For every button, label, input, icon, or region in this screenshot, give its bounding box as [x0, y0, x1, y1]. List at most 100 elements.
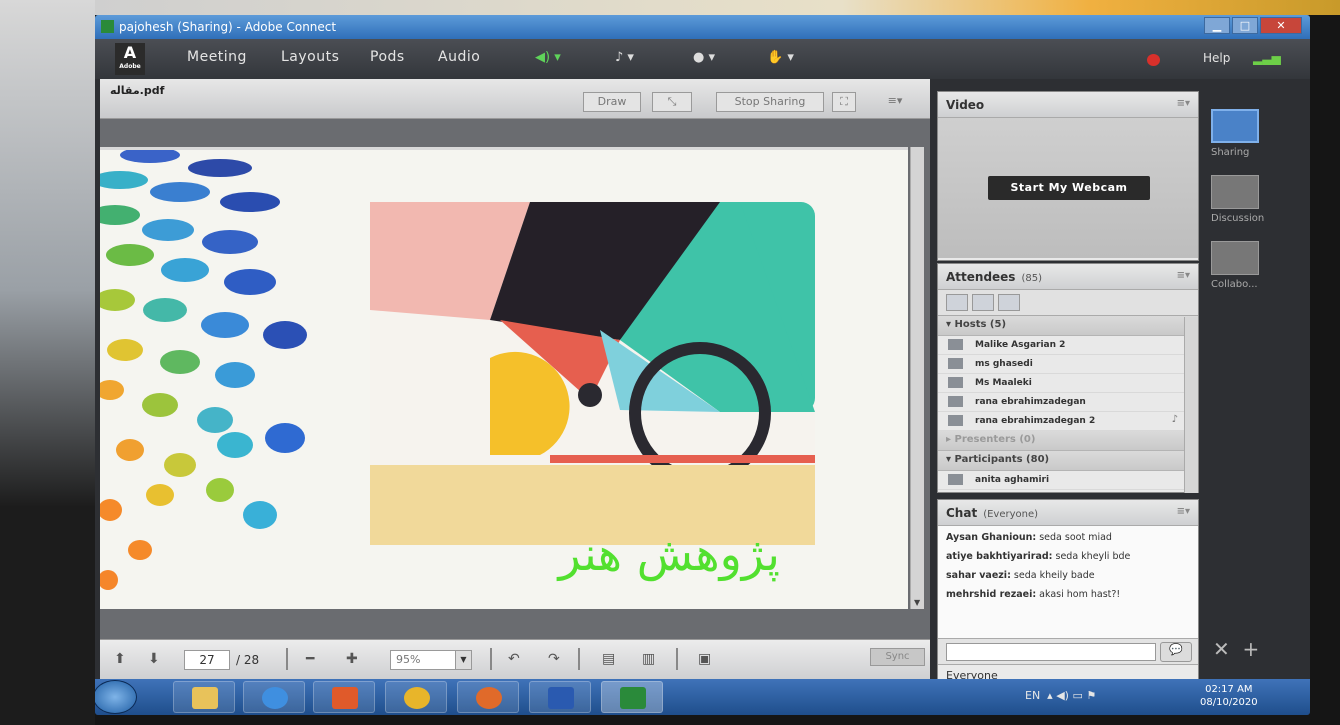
user-icon [948, 339, 963, 350]
help-menu[interactable]: Help [1203, 51, 1230, 65]
zoom-out-icon[interactable]: ━ [306, 651, 314, 667]
clock[interactable]: 02:17 AM 08/10/2020 [1200, 683, 1258, 709]
attendee-row[interactable]: anita aghamiri [938, 471, 1198, 490]
adobe-connect-taskbar-item[interactable] [601, 681, 663, 713]
menu-layouts[interactable]: Layouts [281, 49, 339, 65]
attendees-pod-header: Attendees (85) ≡▾ [938, 264, 1198, 290]
chrome-icon [404, 687, 430, 709]
send-message-icon[interactable]: 💬 [1160, 642, 1192, 662]
close-button[interactable]: ✕ [1260, 17, 1302, 34]
layout-thumbnail [1211, 175, 1259, 209]
attendee-row[interactable]: ms ghasedi [938, 355, 1198, 374]
chat-messages: Aysan Ghanioun: seda soot miad atiye bak… [938, 526, 1198, 638]
stop-sharing-button[interactable]: Stop Sharing [716, 92, 824, 112]
add-layout-icon[interactable]: + [1242, 637, 1259, 661]
page-number-input[interactable]: 27 [184, 650, 230, 670]
user-icon [948, 377, 963, 388]
shared-filename: مقاله.pdf [110, 84, 165, 97]
chat-message: mehrshid rezaei: akasi hom hast?! [946, 589, 1121, 600]
pod-menu-icon[interactable]: ≡▾ [880, 92, 910, 112]
menu-meeting[interactable]: Meeting [187, 49, 247, 65]
attendee-row[interactable]: rana ebrahimzadegan [938, 393, 1198, 412]
attendee-row[interactable]: Malike Asgarian 2 [938, 336, 1198, 355]
layout-sharing[interactable]: Sharing [1211, 109, 1271, 158]
ie-taskbar-item[interactable] [243, 681, 305, 713]
chat-message: Aysan Ghanioun: seda soot miad [946, 532, 1112, 543]
background-edge [0, 0, 95, 725]
user-icon [948, 396, 963, 407]
media-player-icon [332, 687, 358, 709]
recording-icon[interactable] [1147, 54, 1160, 66]
menu-audio[interactable]: Audio [438, 49, 480, 65]
list-view-icon[interactable] [946, 294, 968, 311]
speaker-icon[interactable]: ◀) ▾ [535, 50, 561, 65]
next-page-icon[interactable]: ⬇ [148, 651, 160, 667]
layouts-panel: Sharing Discussion Collabo... [1205, 79, 1267, 679]
dot-pattern [100, 150, 307, 590]
settings-icon[interactable]: ✕ [1213, 637, 1230, 661]
menu-pods[interactable]: Pods [370, 49, 405, 65]
word-icon [548, 687, 574, 709]
separator [578, 648, 580, 670]
fullscreen-icon[interactable]: ⛶ [832, 92, 856, 112]
pod-menu-icon[interactable]: ≡▾ [1177, 270, 1190, 281]
connection-signal-icon: ▂▃▅ [1253, 51, 1281, 65]
user-icon [948, 474, 963, 485]
zoom-select[interactable]: 95% ▼ [390, 650, 472, 670]
chat-input[interactable] [946, 643, 1156, 661]
undo-icon[interactable]: ↶ [508, 651, 520, 667]
chat-message: sahar vaezi: seda kheily bade [946, 570, 1095, 581]
layout-discussion[interactable]: Discussion [1211, 175, 1271, 224]
attendee-row[interactable]: rana ebrahimzadegan 2 ♪ [938, 412, 1198, 431]
attendee-scrollbar[interactable] [1184, 317, 1198, 493]
language-indicator[interactable]: EN [1025, 689, 1040, 702]
user-icon [948, 415, 963, 426]
camera-icon[interactable]: ● ▾ [693, 50, 715, 65]
chat-pod-header: Chat (Everyone) ≡▾ [938, 500, 1198, 526]
share-pod: مقاله.pdf Draw ⤡ Stop Sharing ⛶ ≡▾ پژوهش… [100, 79, 930, 679]
app-icon [101, 20, 114, 33]
layout-tools: ✕ + [1213, 637, 1259, 661]
draw-button[interactable]: Draw [583, 92, 641, 112]
minimize-button[interactable]: ▁ [1204, 17, 1230, 34]
start-button[interactable] [95, 680, 137, 714]
presenters-group-header[interactable]: ▸ Presenters (0) [938, 431, 1198, 451]
hosts-group-header[interactable]: ▾ Hosts (5) [938, 316, 1198, 336]
attendee-row[interactable]: Ms Maaleki [938, 374, 1198, 393]
start-webcam-button[interactable]: Start My Webcam [988, 176, 1150, 200]
attendees-pod: Attendees (85) ≡▾ ▾ Hosts (5) Malike Asga… [937, 263, 1199, 493]
slide-artwork: پژوهش هنر [100, 150, 815, 590]
redo-icon[interactable]: ↷ [548, 651, 560, 667]
microphone-icon[interactable]: ♪ ▾ [615, 50, 634, 65]
two-page-icon[interactable]: ▥ [642, 651, 655, 667]
video-pod: Video ≡▾ Start My Webcam [937, 91, 1199, 261]
sync-button[interactable]: Sync [870, 648, 925, 666]
zoom-in-icon[interactable]: ✚ [346, 651, 358, 667]
pod-menu-icon[interactable]: ≡▾ [1177, 98, 1190, 109]
participants-group-header[interactable]: ▾ Participants (80) [938, 451, 1198, 471]
raise-hand-icon[interactable]: ✋ ▾ [767, 50, 794, 65]
pointer-button[interactable]: ⤡ [652, 92, 692, 112]
menubar: A Adobe Meeting Layouts Pods Audio ◀) ▾ ♪… [95, 39, 1310, 79]
pod-menu-icon[interactable]: ≡▾ [1177, 506, 1190, 517]
layout-collaboration[interactable]: Collabo... [1211, 241, 1271, 290]
attendee-view-toolbar [938, 290, 1198, 316]
firefox-taskbar-item[interactable] [457, 681, 519, 713]
word-taskbar-item[interactable] [529, 681, 591, 713]
chrome-taskbar-item[interactable] [385, 681, 447, 713]
first-page-icon[interactable]: ⬆ [114, 651, 126, 667]
breakout-view-icon[interactable] [972, 294, 994, 311]
chat-pod: Chat (Everyone) ≡▾ Aysan Ghanioun: seda s… [937, 499, 1199, 686]
folder-icon [192, 687, 218, 709]
window-title: pajohesh (Sharing) - Adobe Connect [119, 20, 337, 34]
chat-message: atiye bakhtiyarirad: seda kheyli bde [946, 551, 1131, 562]
slide-scrollbar[interactable]: ▼ [910, 147, 924, 609]
media-taskbar-item[interactable] [313, 681, 375, 713]
maximize-button[interactable]: □ [1232, 17, 1258, 34]
share-toolbar: ⬆ ⬇ 27 / 28 ━ ✚ 95% ▼ ↶ ↷ ▤ ▥ ▣ Sync [100, 639, 930, 679]
share-pod-header: مقاله.pdf Draw ⤡ Stop Sharing ⛶ ≡▾ [100, 79, 930, 119]
user-view-icon[interactable] [998, 294, 1020, 311]
single-page-icon[interactable]: ▤ [602, 651, 615, 667]
screen-icon[interactable]: ▣ [698, 651, 711, 667]
explorer-taskbar-item[interactable] [173, 681, 235, 713]
